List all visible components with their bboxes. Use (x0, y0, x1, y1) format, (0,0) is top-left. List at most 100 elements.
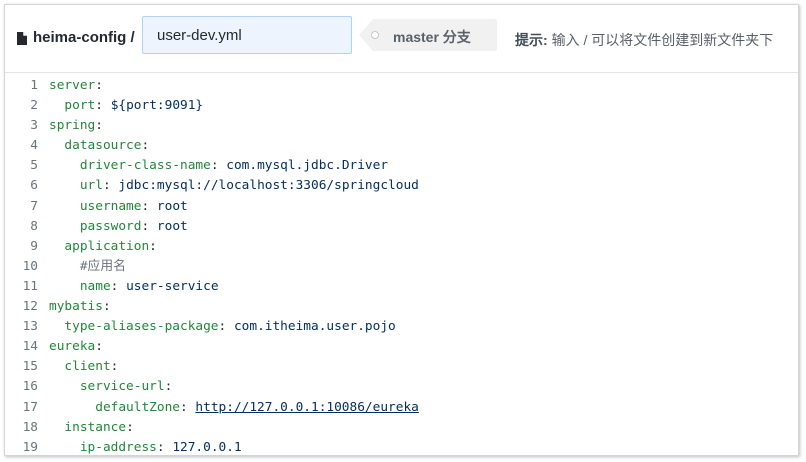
yaml-key: type-aliases-package (64, 319, 219, 335)
yaml-colon: : (102, 299, 111, 315)
branch-tag-hole-icon (371, 31, 379, 39)
yaml-colon: : (126, 419, 134, 435)
file-icon (17, 32, 27, 45)
yaml-colon: : (110, 278, 119, 294)
yaml-key: service-url (79, 379, 165, 395)
branch-badge: master 分支 (359, 19, 497, 51)
yaml-key: eureka (49, 339, 96, 355)
yaml-value: jdbc:mysql://localhost:3306/springcloud (118, 178, 419, 194)
line-number: 7 (30, 198, 38, 214)
yaml-colon: : (210, 158, 219, 174)
yaml-colon: : (110, 359, 119, 375)
yaml-colon: : (95, 78, 103, 93)
yaml-colon: : (102, 178, 111, 194)
code-line: 7 username: root (5, 197, 798, 217)
line-number: 10 (22, 258, 38, 274)
yaml-key: server (49, 78, 96, 93)
yaml-key: application (64, 238, 150, 254)
line-number: 19 (22, 439, 38, 455)
code-line: 1 server: (5, 76, 798, 96)
yaml-key: username (79, 198, 142, 214)
yaml-comment: #应用名 (79, 258, 126, 274)
code-line: 14 eureka: (5, 337, 798, 357)
yaml-key: datasource (64, 138, 142, 154)
line-number: 1 (30, 78, 38, 93)
yaml-value: com.mysql.jdbc.Driver (226, 158, 389, 174)
hint-text: 输入 / 可以将文件创建到新文件夹下 (551, 32, 774, 48)
yaml-key: defaultZone (95, 399, 180, 415)
branch-label: master 分支 (393, 29, 471, 45)
line-number: 12 (22, 299, 38, 315)
code-line: 8 password: root (5, 217, 798, 237)
yaml-colon: : (95, 339, 103, 355)
yaml-value: user-service (126, 278, 219, 294)
line-number: 2 (30, 98, 38, 114)
line-number: 16 (22, 379, 38, 395)
yaml-key: mybatis (49, 299, 103, 315)
yaml-colon: : (141, 138, 150, 154)
filename-input[interactable] (142, 16, 352, 54)
yaml-value: root (156, 198, 188, 214)
yaml-key: url (79, 178, 103, 194)
yaml-colon: : (95, 118, 103, 134)
yaml-colon: : (149, 238, 157, 254)
code-lines: 1 server: 2 port: ${port:9091} 3 spring: 4 da… (5, 73, 798, 455)
file-toolbar: heima-config / master 分支 提示: 输入 / 可以将文件创… (5, 5, 798, 73)
code-line: 12 mybatis: (5, 297, 798, 317)
yaml-key: driver-class-name (79, 158, 211, 174)
line-number: 3 (30, 118, 38, 134)
yaml-colon: : (179, 399, 188, 415)
code-editor[interactable]: 1 server: 2 port: ${port:9091} 3 spring: 4 da… (5, 73, 798, 455)
line-number: 5 (30, 158, 38, 174)
yaml-key: name (79, 278, 111, 294)
yaml-key: ip-address (79, 439, 157, 455)
line-number: 13 (22, 319, 38, 335)
yaml-key: spring (49, 118, 96, 134)
code-line: 6 url: jdbc:mysql://localhost:3306/sprin… (5, 176, 798, 196)
line-number: 18 (22, 419, 38, 435)
line-number: 8 (30, 218, 38, 234)
yaml-key: instance (64, 419, 127, 435)
code-line: 17 defaultZone: http://127.0.0.1:10086/e… (5, 398, 798, 418)
yaml-value-link[interactable]: http://127.0.0.1:10086/eureka (195, 400, 418, 415)
line-number: 9 (30, 238, 38, 254)
yaml-key: password (79, 218, 142, 234)
yaml-colon: : (141, 198, 150, 214)
editor-window: heima-config / master 分支 提示: 输入 / 可以将文件创… (4, 4, 799, 456)
yaml-key: client (64, 359, 111, 375)
repo-breadcrumb[interactable]: heima-config / (33, 29, 135, 46)
line-number: 4 (30, 138, 38, 154)
code-line: 13 type-aliases-package: com.itheima.use… (5, 317, 798, 337)
code-line: 5 driver-class-name: com.mysql.jdbc.Driv… (5, 156, 798, 176)
line-number: 6 (30, 178, 38, 194)
code-line: 2 port: ${port:9091} (5, 96, 798, 116)
code-line: 3 spring: (5, 116, 798, 136)
hint-label: 提示: (515, 32, 548, 48)
yaml-value: root (156, 218, 188, 234)
line-number: 17 (22, 399, 38, 415)
code-line: 19 ip-address: 127.0.0.1 (5, 438, 798, 455)
yaml-colon: : (141, 218, 150, 234)
yaml-value: ${port:9091} (110, 98, 204, 114)
path-hint: 提示: 输入 / 可以将文件创建到新文件夹下 (515, 30, 773, 50)
repo-name[interactable]: heima-config (33, 29, 126, 46)
yaml-colon: : (95, 98, 103, 114)
yaml-key: port (64, 98, 96, 114)
code-line: 11 name: user-service (5, 277, 798, 297)
line-number: 11 (22, 278, 38, 294)
code-line: 16 service-url: (5, 377, 798, 397)
code-line: 4 datasource: (5, 136, 798, 156)
